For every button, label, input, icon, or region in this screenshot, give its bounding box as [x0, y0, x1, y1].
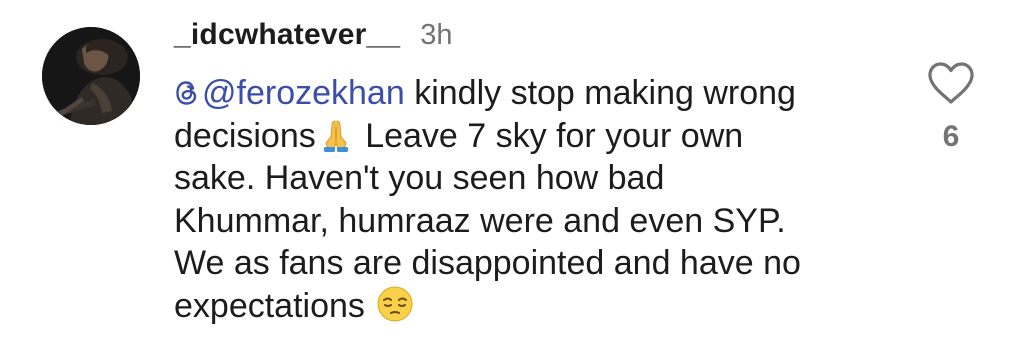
avatar-image	[42, 27, 140, 125]
comment-text: @ferozekhan kindly stop making wrong dec…	[174, 72, 874, 327]
avatar[interactable]	[42, 27, 140, 125]
heart-outline-icon	[928, 62, 974, 104]
mention-link[interactable]: @ferozekhan	[174, 74, 405, 112]
comment-content: _idcwhatever__ 3h @ferozekhan kindly sto…	[174, 18, 894, 327]
folded-hands-emoji-icon	[323, 119, 348, 152]
username[interactable]: _idcwhatever__	[174, 18, 400, 52]
timestamp: 3h	[420, 19, 453, 51]
pensive-face-emoji-icon	[377, 286, 413, 321]
like-count: 6	[942, 120, 960, 153]
comment-header: _idcwhatever__ 3h	[174, 18, 894, 68]
like-area: 6	[923, 60, 979, 154]
like-button[interactable]	[926, 60, 976, 106]
comment: _idcwhatever__ 3h @ferozekhan kindly sto…	[0, 0, 1024, 345]
threads-mention-icon	[176, 81, 197, 105]
mention-text: @ferozekhan	[202, 74, 405, 112]
